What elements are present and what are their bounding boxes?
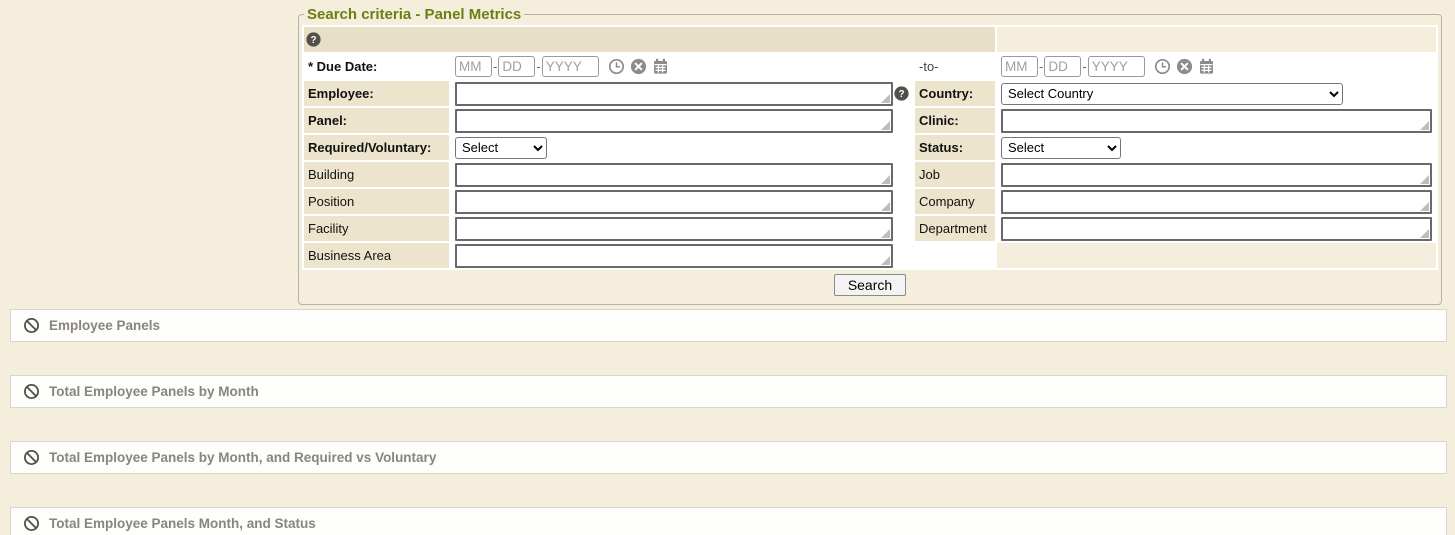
position-label: Position bbox=[304, 189, 449, 214]
due-date-label: * Due Date: bbox=[304, 54, 449, 79]
facility-input[interactable] bbox=[455, 217, 893, 241]
building-input[interactable] bbox=[455, 163, 893, 187]
due-date-from-day-input[interactable] bbox=[498, 56, 535, 77]
result-panels: Employee Panels Total Employee Panels by… bbox=[10, 309, 1447, 535]
status-label: Status: bbox=[915, 135, 995, 160]
panel-title: Employee Panels bbox=[49, 318, 160, 333]
date-separator: - bbox=[1082, 59, 1086, 74]
due-date-from-month-input[interactable] bbox=[455, 56, 492, 77]
panel-total-month-status[interactable]: Total Employee Panels Month, and Status bbox=[10, 507, 1447, 535]
clear-icon[interactable] bbox=[1176, 58, 1193, 75]
date-separator: - bbox=[536, 59, 540, 74]
no-entry-icon bbox=[23, 449, 40, 466]
svg-text:?: ? bbox=[898, 89, 904, 100]
no-entry-icon bbox=[23, 515, 40, 532]
search-criteria-fieldset: Search criteria - Panel Metrics ? * Due … bbox=[298, 6, 1442, 305]
status-select[interactable]: Select bbox=[1001, 137, 1121, 159]
panel-title: Total Employee Panels Month, and Status bbox=[49, 516, 316, 531]
panel-title: Total Employee Panels by Month, and Requ… bbox=[49, 450, 436, 465]
facility-label: Facility bbox=[304, 216, 449, 241]
criteria-table: ? * Due Date: - - bbox=[302, 25, 1438, 270]
empty-cell bbox=[915, 243, 995, 268]
band-spacer bbox=[997, 27, 1436, 52]
date-separator: - bbox=[1039, 59, 1043, 74]
panel-title: Total Employee Panels by Month bbox=[49, 384, 259, 399]
row-building-job: Building Job bbox=[304, 162, 1436, 187]
row-employee-country: Employee: ? Country: Select Country bbox=[304, 81, 1436, 106]
empty-cell bbox=[997, 243, 1436, 268]
panel-input[interactable] bbox=[455, 109, 893, 133]
search-button-row: Search bbox=[302, 274, 1438, 300]
job-input[interactable] bbox=[1001, 163, 1432, 187]
business-area-label: Business Area bbox=[304, 243, 449, 268]
company-input[interactable] bbox=[1001, 190, 1432, 214]
due-date-from-group: - - bbox=[455, 56, 909, 77]
row-business-area: Business Area bbox=[304, 243, 1436, 268]
due-date-to-month-input[interactable] bbox=[1001, 56, 1038, 77]
due-date-to-day-input[interactable] bbox=[1044, 56, 1081, 77]
department-label: Department bbox=[915, 216, 995, 241]
date-separator: - bbox=[493, 59, 497, 74]
panel-employee-panels[interactable]: Employee Panels bbox=[10, 309, 1447, 342]
clock-icon[interactable] bbox=[1154, 58, 1171, 75]
building-label: Building bbox=[304, 162, 449, 187]
row-required-status: Required/Voluntary: Select Status: Selec… bbox=[304, 135, 1436, 160]
calendar-icon[interactable] bbox=[652, 58, 669, 75]
required-voluntary-label: Required/Voluntary: bbox=[304, 135, 449, 160]
position-input[interactable] bbox=[455, 190, 893, 214]
clear-icon[interactable] bbox=[630, 58, 647, 75]
help-band-row: ? bbox=[304, 27, 1436, 52]
row-panel-clinic: Panel: Clinic: bbox=[304, 108, 1436, 133]
panel-total-by-month[interactable]: Total Employee Panels by Month bbox=[10, 375, 1447, 408]
country-select[interactable]: Select Country bbox=[1001, 83, 1343, 105]
row-position-company: Position Company bbox=[304, 189, 1436, 214]
clinic-label: Clinic: bbox=[915, 108, 995, 133]
employee-label: Employee: bbox=[304, 81, 449, 106]
help-band: ? bbox=[304, 27, 995, 52]
clinic-input[interactable] bbox=[1001, 109, 1432, 133]
search-button[interactable]: Search bbox=[834, 274, 906, 296]
svg-text:?: ? bbox=[310, 35, 316, 46]
panel-total-by-month-required-vs-voluntary[interactable]: Total Employee Panels by Month, and Requ… bbox=[10, 441, 1447, 474]
country-label: Country: bbox=[915, 81, 995, 106]
due-date-from-year-input[interactable] bbox=[542, 56, 599, 77]
due-date-to-label: -to- bbox=[915, 54, 995, 79]
required-voluntary-select[interactable]: Select bbox=[455, 137, 547, 159]
due-date-to-group: - - bbox=[1001, 56, 1432, 77]
no-entry-icon bbox=[23, 383, 40, 400]
panel-label: Panel: bbox=[304, 108, 449, 133]
business-area-input[interactable] bbox=[455, 244, 893, 268]
employee-help-icon[interactable]: ? bbox=[894, 86, 909, 101]
help-icon[interactable]: ? bbox=[306, 32, 321, 47]
company-label: Company bbox=[915, 189, 995, 214]
page-title: Search criteria - Panel Metrics bbox=[304, 6, 524, 23]
row-due-date: * Due Date: - - bbox=[304, 54, 1436, 79]
calendar-icon[interactable] bbox=[1198, 58, 1215, 75]
no-entry-icon bbox=[23, 317, 40, 334]
row-facility-department: Facility Department bbox=[304, 216, 1436, 241]
due-date-to-year-input[interactable] bbox=[1088, 56, 1145, 77]
job-label: Job bbox=[915, 162, 995, 187]
clock-icon[interactable] bbox=[608, 58, 625, 75]
department-input[interactable] bbox=[1001, 217, 1432, 241]
employee-input[interactable] bbox=[455, 82, 893, 106]
